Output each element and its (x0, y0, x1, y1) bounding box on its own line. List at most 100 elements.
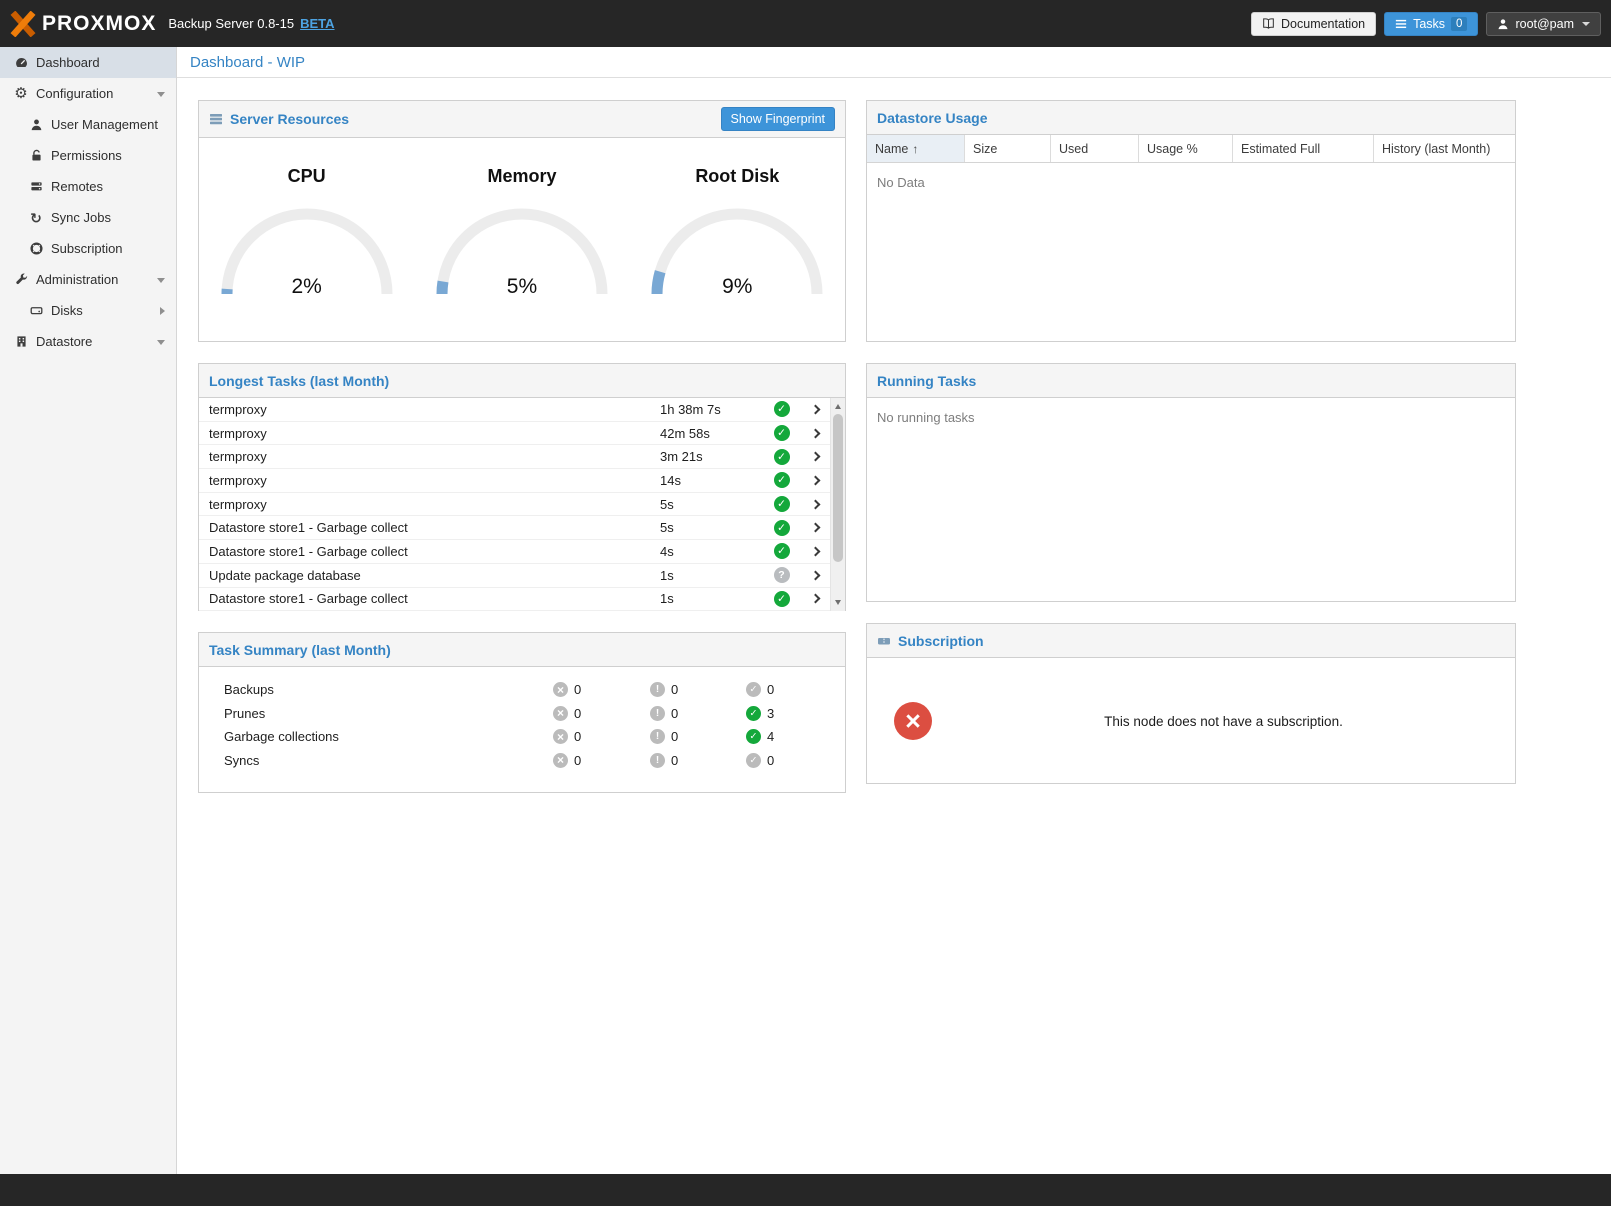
tasks-button[interactable]: Tasks 0 (1384, 12, 1478, 36)
collapse-icon[interactable] (157, 278, 165, 283)
chevron-right-icon[interactable] (810, 594, 820, 604)
show-fingerprint-button[interactable]: Show Fingerprint (721, 107, 836, 131)
root-disk-gauge: Root Disk 9% (630, 166, 845, 299)
ok-icon (746, 706, 761, 721)
sidebar-item-administration[interactable]: Administration (0, 264, 176, 295)
beta-link[interactable]: BETA (300, 16, 334, 31)
server-icon (27, 180, 45, 193)
error-count: 0 (574, 729, 581, 744)
column-header-used[interactable]: Used (1051, 135, 1139, 162)
server-resources-header: Server Resources Show Fingerprint (199, 101, 845, 138)
warning-icon (650, 682, 665, 697)
sidebar-item-label: Configuration (36, 86, 113, 101)
sidebar-item-subscription[interactable]: Subscription (0, 233, 176, 264)
error-icon (553, 753, 568, 768)
panel-title: Server Resources (230, 111, 349, 127)
longest-tasks-panel: Longest Tasks (last Month) termproxy 1h … (198, 363, 846, 611)
warning-count: 0 (671, 729, 678, 744)
ok-icon (746, 682, 761, 697)
gauge-value: 9% (647, 275, 827, 299)
running-tasks-panel: Running Tasks No running tasks (866, 363, 1516, 602)
collapse-icon[interactable] (157, 340, 165, 345)
expand-icon[interactable] (160, 307, 165, 315)
sidebar-item-disks[interactable]: Disks (0, 295, 176, 326)
error-count: 0 (574, 706, 581, 721)
chevron-right-icon[interactable] (810, 475, 820, 485)
task-duration: 42m 58s (660, 426, 763, 441)
task-name: termproxy (209, 426, 660, 441)
column-label: Usage % (1147, 142, 1198, 156)
sidebar-item-label: Remotes (51, 179, 103, 194)
column-header-name[interactable]: Name (867, 135, 965, 162)
task-summary-panel: Task Summary (last Month) Backups 0 0 0 … (198, 632, 846, 793)
page-title-bar: Dashboard - WIP (177, 47, 1611, 78)
task-duration: 4s (660, 544, 763, 559)
scrollbar-thumb[interactable] (833, 414, 843, 562)
task-list-icon (1395, 18, 1407, 30)
warning-icon (650, 729, 665, 744)
user-icon (27, 118, 45, 131)
sidebar-item-sync-jobs[interactable]: Sync Jobs (0, 202, 176, 233)
sidebar-item-dashboard[interactable]: Dashboard (0, 47, 176, 78)
gauge-label: CPU (288, 166, 326, 187)
scroll-down-icon[interactable] (831, 595, 845, 610)
chevron-right-icon[interactable] (810, 452, 820, 462)
task-row: termproxy 14s (199, 469, 830, 493)
app-version-title: Backup Server 0.8-15 (168, 16, 294, 31)
datastore-usage-panel: Datastore Usage Name Size Used (866, 100, 1516, 342)
task-duration: 5s (660, 497, 763, 512)
error-count: 0 (574, 753, 581, 768)
task-status-icon (774, 449, 790, 465)
task-status-icon (774, 543, 790, 559)
collapse-icon[interactable] (157, 92, 165, 97)
task-row: Datastore store1 - Garbage collect 5s (199, 516, 830, 540)
sidebar-item-remotes[interactable]: Remotes (0, 171, 176, 202)
tasks-count-badge: 0 (1451, 17, 1467, 31)
bars-icon (209, 112, 223, 126)
chevron-right-icon[interactable] (810, 523, 820, 533)
gauges-row: CPU 2% Memory (199, 138, 845, 299)
chevron-right-icon[interactable] (810, 547, 820, 557)
no-data-text: No Data (867, 163, 1515, 202)
sidebar-item-label: Datastore (36, 334, 92, 349)
sidebar-item-label: Sync Jobs (51, 210, 111, 225)
documentation-button[interactable]: Documentation (1251, 12, 1376, 36)
user-menu-button[interactable]: root@pam (1486, 12, 1601, 36)
chevron-right-icon[interactable] (810, 499, 820, 509)
column-header-size[interactable]: Size (965, 135, 1051, 162)
chevron-right-icon[interactable] (810, 428, 820, 438)
gauge-value: 2% (217, 275, 397, 299)
chevron-right-icon[interactable] (810, 404, 820, 414)
chevron-right-icon[interactable] (810, 570, 820, 580)
task-duration: 14s (660, 473, 763, 488)
sidebar-item-datastore[interactable]: Datastore (0, 326, 176, 357)
logo-text: PROXMOX (42, 12, 156, 36)
wrench-icon (12, 273, 30, 286)
column-label: History (last Month) (1382, 142, 1490, 156)
sidebar-item-label: Permissions (51, 148, 122, 163)
scroll-up-icon[interactable] (831, 399, 845, 414)
column-label: Name (875, 142, 908, 156)
task-row: termproxy 5s (199, 493, 830, 517)
gauge-label: Memory (487, 166, 556, 187)
summary-row: Garbage collections 0 0 4 (199, 725, 845, 749)
task-row: Datastore store1 - Garbage collect 1s (199, 588, 830, 612)
task-duration: 1s (660, 568, 763, 583)
column-header-usage-percent[interactable]: Usage % (1139, 135, 1233, 162)
user-label: root@pam (1515, 17, 1574, 31)
ok-count: 0 (767, 753, 774, 768)
column-header-history[interactable]: History (last Month) (1374, 135, 1515, 162)
ok-count: 3 (767, 706, 774, 721)
task-name: Update package database (209, 568, 660, 583)
sidebar-item-permissions[interactable]: Permissions (0, 140, 176, 171)
column-header-estimated-full[interactable]: Estimated Full (1233, 135, 1374, 162)
task-name: Datastore store1 - Garbage collect (209, 591, 660, 606)
sidebar-item-configuration[interactable]: Configuration (0, 78, 176, 109)
sidebar-item-label: Subscription (51, 241, 123, 256)
scrollbar[interactable] (830, 398, 845, 611)
datastore-usage-header: Datastore Usage (867, 101, 1515, 135)
refresh-icon (27, 211, 45, 225)
sidebar-item-user-management[interactable]: User Management (0, 109, 176, 140)
task-status-icon (774, 591, 790, 607)
task-status-icon (774, 425, 790, 441)
